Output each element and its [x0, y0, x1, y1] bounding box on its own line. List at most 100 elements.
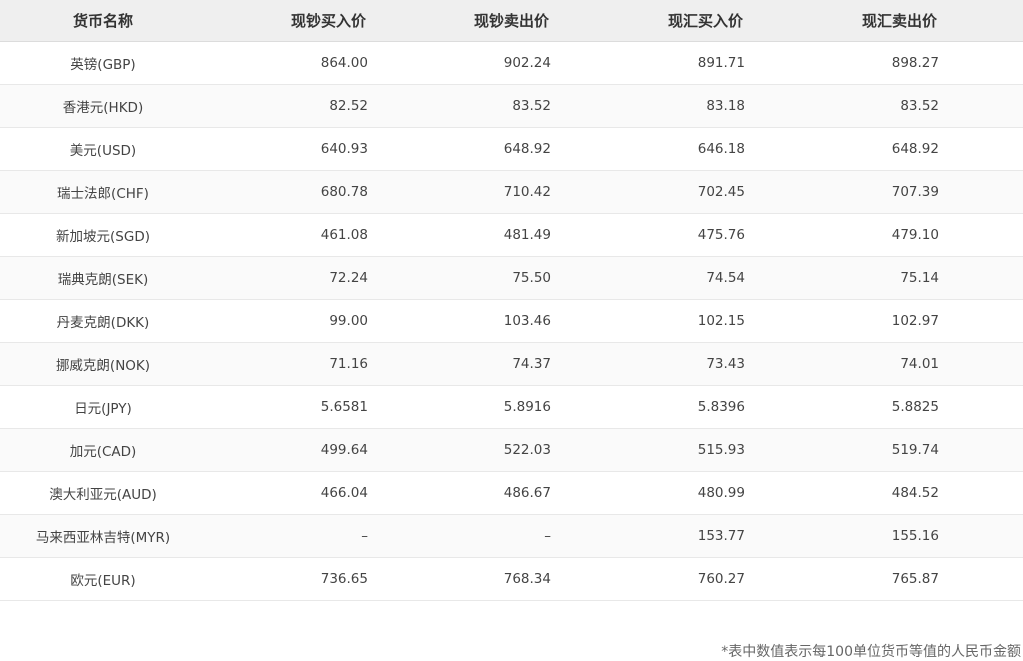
spot-sell-cell: 479.10 — [745, 213, 939, 257]
header-spot-sell: 现汇卖出价 — [745, 0, 939, 42]
spot-sell-cell: 648.92 — [745, 127, 939, 171]
cash-sell-cell: 74.37 — [368, 342, 551, 386]
cash-sell-cell: 75.50 — [368, 256, 551, 300]
spacer-cell — [939, 342, 1023, 386]
cash-buy-cell: 99.00 — [206, 299, 368, 343]
header-label: 现汇卖出价 — [861, 12, 937, 30]
spot-buy-cell: 891.71 — [551, 41, 745, 85]
cash-sell-cell: 83.52 — [368, 84, 551, 128]
currency-name-cell: 美元(USD) — [0, 127, 206, 171]
cash-sell-cell: 648.92 — [368, 127, 551, 171]
currency-name-cell: 日元(JPY) — [0, 385, 206, 429]
table-header: 货币名称 现钞买入价 现钞卖出价 现汇买入价 现汇卖出价 — [0, 0, 1023, 42]
spot-sell-cell: 484.52 — [745, 471, 939, 515]
table-row: 瑞典克朗(SEK) 72.24 75.50 74.54 75.14 — [0, 256, 1023, 300]
spot-sell-cell: 155.16 — [745, 514, 939, 558]
spacer-cell — [939, 428, 1023, 472]
cash-buy-cell: 82.52 — [206, 84, 368, 128]
spacer-cell — [939, 170, 1023, 214]
cash-buy-cell: 680.78 — [206, 170, 368, 214]
cash-buy-cell: 461.08 — [206, 213, 368, 257]
cash-buy-cell: 466.04 — [206, 471, 368, 515]
spot-sell-cell: 898.27 — [745, 41, 939, 85]
spacer-cell — [939, 471, 1023, 515]
spot-sell-cell: 765.87 — [745, 557, 939, 601]
cash-buy-cell: 5.6581 — [206, 385, 368, 429]
table-body: 英镑(GBP) 864.00 902.24 891.71 898.27 香港元(HKD)… — [0, 41, 1023, 601]
spot-sell-cell: 75.14 — [745, 256, 939, 300]
footnote-text: *表中数值表示每100单位货币等值的人民币金额 — [721, 644, 1021, 660]
spot-buy-cell: 760.27 — [551, 557, 745, 601]
cash-sell-cell: 5.8916 — [368, 385, 551, 429]
cash-buy-cell: 864.00 — [206, 41, 368, 85]
currency-name-cell: 澳大利亚元(AUD) — [0, 471, 206, 515]
exchange-rate-table: 货币名称 现钞买入价 现钞卖出价 现汇买入价 现汇卖出价 英镑(GBP) 864.… — [0, 0, 1023, 601]
spot-sell-cell: 74.01 — [745, 342, 939, 386]
spacer-cell — [939, 514, 1023, 558]
currency-name-cell: 挪威克朗(NOK) — [0, 342, 206, 386]
spacer-cell — [939, 256, 1023, 300]
table-row: 马来西亚林吉特(MYR) – –153.77 155.16 — [0, 514, 1023, 558]
spot-buy-cell: 83.18 — [551, 84, 745, 128]
cash-buy-cell: 499.64 — [206, 428, 368, 472]
spot-sell-cell: 707.39 — [745, 170, 939, 214]
spacer-cell — [939, 41, 1023, 85]
header-cash-buy: 现钞买入价 — [206, 0, 368, 42]
table-row: 丹麦克朗(DKK) 99.00 103.46 102.15 102.97 — [0, 299, 1023, 343]
spot-sell-cell: 519.74 — [745, 428, 939, 472]
spot-buy-cell: 480.99 — [551, 471, 745, 515]
table-row: 美元(USD) 640.93 648.92 646.18 648.92 — [0, 127, 1023, 171]
cash-sell-cell: 710.42 — [368, 170, 551, 214]
spacer-cell — [939, 385, 1023, 429]
currency-name-cell: 香港元(HKD) — [0, 84, 206, 128]
spacer-cell — [939, 557, 1023, 601]
table-row: 瑞士法郎(CHF) 680.78 710.42 702.45 707.39 — [0, 170, 1023, 214]
cash-buy-cell: 640.93 — [206, 127, 368, 171]
table-row: 英镑(GBP) 864.00 902.24 891.71 898.27 — [0, 41, 1023, 85]
spot-buy-cell: 73.43 — [551, 342, 745, 386]
spot-buy-cell: 5.8396 — [551, 385, 745, 429]
currency-name-cell: 马来西亚林吉特(MYR) — [0, 514, 206, 558]
header-label: 现钞卖出价 — [473, 12, 549, 30]
currency-name-cell: 加元(CAD) — [0, 428, 206, 472]
cash-sell-cell: 768.34 — [368, 557, 551, 601]
currency-name-cell: 瑞士法郎(CHF) — [0, 170, 206, 214]
spot-sell-cell: 102.97 — [745, 299, 939, 343]
table-row: 加元(CAD) 499.64 522.03 515.93 519.74 — [0, 428, 1023, 472]
header-label: 现钞买入价 — [290, 12, 366, 30]
table-row: 挪威克朗(NOK) 71.16 74.37 73.43 74.01 — [0, 342, 1023, 386]
cash-sell-cell: 103.46 — [368, 299, 551, 343]
spot-sell-cell: 5.8825 — [745, 385, 939, 429]
currency-name-cell: 欧元(EUR) — [0, 557, 206, 601]
spot-buy-cell: 74.54 — [551, 256, 745, 300]
header-spot-buy: 现汇买入价 — [551, 0, 745, 42]
spacer-cell — [939, 127, 1023, 171]
spacer-cell — [939, 299, 1023, 343]
table-row: 日元(JPY) 5.6581 5.8916 5.8396 5.8825 — [0, 385, 1023, 429]
cash-sell-cell: 486.67 — [368, 471, 551, 515]
cash-sell-cell: 902.24 — [368, 41, 551, 85]
header-cash-sell: 现钞卖出价 — [368, 0, 551, 42]
cash-sell-cell: 481.49 — [368, 213, 551, 257]
cash-buy-cell: 72.24 — [206, 256, 368, 300]
header-currency-name: 货币名称 — [0, 0, 206, 42]
cash-sell-cell: – — [368, 514, 551, 558]
table-row: 澳大利亚元(AUD) 466.04 486.67 480.99 484.52 — [0, 471, 1023, 515]
header-spacer — [939, 0, 1023, 42]
spot-buy-cell: 102.15 — [551, 299, 745, 343]
cash-buy-cell: 71.16 — [206, 342, 368, 386]
table-row: 欧元(EUR) 736.65 768.34 760.27 765.87 — [0, 557, 1023, 601]
spacer-cell — [939, 213, 1023, 257]
table-row: 香港元(HKD) 82.52 83.52 83.18 83.52 — [0, 84, 1023, 128]
spacer-cell — [939, 84, 1023, 128]
currency-name-cell: 新加坡元(SGD) — [0, 213, 206, 257]
spot-sell-cell: 83.52 — [745, 84, 939, 128]
currency-name-cell: 英镑(GBP) — [0, 41, 206, 85]
spot-buy-cell: 702.45 — [551, 170, 745, 214]
header-row: 货币名称 现钞买入价 现钞卖出价 现汇买入价 现汇卖出价 — [0, 0, 1023, 42]
spot-buy-cell: 475.76 — [551, 213, 745, 257]
header-label: 现汇买入价 — [667, 12, 743, 30]
spot-buy-cell: 515.93 — [551, 428, 745, 472]
header-label: 货币名称 — [72, 12, 133, 30]
table-row: 新加坡元(SGD) 461.08 481.49 475.76 479.10 — [0, 213, 1023, 257]
